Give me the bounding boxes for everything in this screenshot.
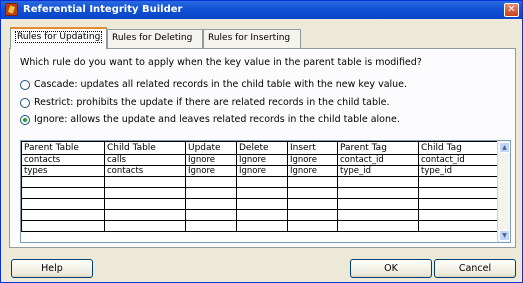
grid-cell[interactable] <box>236 209 288 221</box>
grid-cell[interactable] <box>287 209 338 221</box>
grid-cell[interactable] <box>418 176 498 188</box>
grid-cell[interactable]: type_id <box>337 165 419 177</box>
grid-cell[interactable]: types <box>21 165 105 177</box>
rules-grid[interactable]: Parent Table Child Table Update Delete I… <box>20 140 511 243</box>
grid-cell[interactable]: contact_id <box>337 154 419 166</box>
restrict-radio[interactable] <box>20 98 30 108</box>
close-button[interactable]: ✕ <box>504 3 519 17</box>
grid-cell[interactable]: Ignore <box>185 165 237 177</box>
cascade-label: Cascade: updates all related records in … <box>34 79 408 90</box>
grid-cell[interactable] <box>287 187 338 199</box>
grid-cell[interactable] <box>104 220 186 232</box>
grid-cell[interactable]: Ignore <box>236 165 288 177</box>
window-title: Referential Integrity Builder <box>23 4 183 15</box>
grid-cell[interactable] <box>185 220 237 232</box>
grid-cell[interactable] <box>418 220 498 232</box>
help-button[interactable]: Help <box>11 259 93 278</box>
grid-cell[interactable] <box>337 209 419 221</box>
grid-cell[interactable] <box>287 220 338 232</box>
tab-label: Rules for Deleting <box>112 33 193 43</box>
table-row[interactable] <box>21 209 498 221</box>
column-header[interactable]: Child Tag <box>418 141 498 155</box>
grid-cell[interactable] <box>104 209 186 221</box>
table-row[interactable] <box>21 187 498 199</box>
ok-button[interactable]: OK <box>350 259 432 278</box>
grid-cell[interactable] <box>236 198 288 210</box>
grid-cell[interactable]: Ignore <box>287 165 338 177</box>
grid-cell[interactable] <box>337 198 419 210</box>
column-header[interactable]: Parent Tag <box>337 141 419 155</box>
grid-cell[interactable] <box>21 198 105 210</box>
grid-cell[interactable]: Ignore <box>236 154 288 166</box>
rule-question: Which rule do you want to apply when the… <box>20 57 422 68</box>
table-row[interactable]: contacts calls Ignore Ignore Ignore cont… <box>21 154 498 166</box>
grid-cell[interactable] <box>418 187 498 199</box>
grid-cell[interactable] <box>185 209 237 221</box>
title-bar[interactable]: Referential Integrity Builder ✕ <box>1 1 522 19</box>
grid-cell[interactable]: contacts <box>104 165 186 177</box>
grid-cell[interactable] <box>185 198 237 210</box>
tab-rules-for-deleting[interactable]: Rules for Deleting <box>107 29 203 48</box>
grid-cell[interactable] <box>21 220 105 232</box>
dialog-window: Referential Integrity Builder ✕ Rules fo… <box>0 0 523 283</box>
grid-cell[interactable] <box>104 187 186 199</box>
column-header[interactable]: Insert <box>287 141 338 155</box>
grid-cell[interactable] <box>337 176 419 188</box>
column-header[interactable]: Child Table <box>104 141 186 155</box>
column-header[interactable]: Parent Table <box>21 141 105 155</box>
tab-rules-for-updating[interactable]: Rules for Updating <box>10 27 107 49</box>
grid-cell[interactable] <box>287 198 338 210</box>
grid-cell[interactable] <box>236 187 288 199</box>
rules-table: Parent Table Child Table Update Delete I… <box>21 141 498 232</box>
grid-cell[interactable] <box>185 187 237 199</box>
tab-label: Rules for Inserting <box>208 33 291 43</box>
grid-cell[interactable]: Ignore <box>287 154 338 166</box>
tab-panel: Which rule do you want to apply when the… <box>9 48 516 248</box>
grid-cell[interactable] <box>21 176 105 188</box>
table-row[interactable] <box>21 220 498 232</box>
grid-cell[interactable] <box>21 187 105 199</box>
vertical-scrollbar[interactable]: ▲ ▼ <box>497 141 510 242</box>
grid-cell[interactable] <box>337 220 419 232</box>
table-row[interactable]: types contacts Ignore Ignore Ignore type… <box>21 165 498 177</box>
grid-cell[interactable] <box>104 198 186 210</box>
table-row[interactable] <box>21 176 498 188</box>
grid-cell[interactable] <box>418 198 498 210</box>
grid-cell[interactable] <box>185 176 237 188</box>
app-icon <box>5 3 18 16</box>
ignore-radio[interactable] <box>20 115 30 125</box>
cancel-button[interactable]: Cancel <box>434 259 516 278</box>
ignore-label: Ignore: allows the update and leaves rel… <box>34 114 400 125</box>
table-row[interactable] <box>21 198 498 210</box>
scroll-up-icon[interactable]: ▲ <box>499 142 510 153</box>
tab-label: Rules for Updating <box>15 31 103 43</box>
grid-cell[interactable]: contacts <box>21 154 105 166</box>
grid-cell[interactable] <box>21 209 105 221</box>
restrict-label: Restrict: prohibits the update if there … <box>34 97 390 108</box>
column-header[interactable]: Update <box>185 141 237 155</box>
column-header[interactable]: Delete <box>236 141 288 155</box>
grid-cell[interactable]: type_id <box>418 165 498 177</box>
grid-cell[interactable] <box>236 176 288 188</box>
grid-cell[interactable]: calls <box>104 154 186 166</box>
grid-cell[interactable]: contact_id <box>418 154 498 166</box>
cascade-radio[interactable] <box>20 80 30 90</box>
scroll-down-icon[interactable]: ▼ <box>499 230 510 241</box>
grid-cell[interactable] <box>337 187 419 199</box>
grid-cell[interactable] <box>418 209 498 221</box>
header-row: Parent Table Child Table Update Delete I… <box>21 141 498 155</box>
grid-cell[interactable] <box>236 220 288 232</box>
grid-cell[interactable] <box>104 176 186 188</box>
tab-rules-for-inserting[interactable]: Rules for Inserting <box>203 29 301 48</box>
grid-cell[interactable] <box>287 176 338 188</box>
grid-cell[interactable]: Ignore <box>185 154 237 166</box>
